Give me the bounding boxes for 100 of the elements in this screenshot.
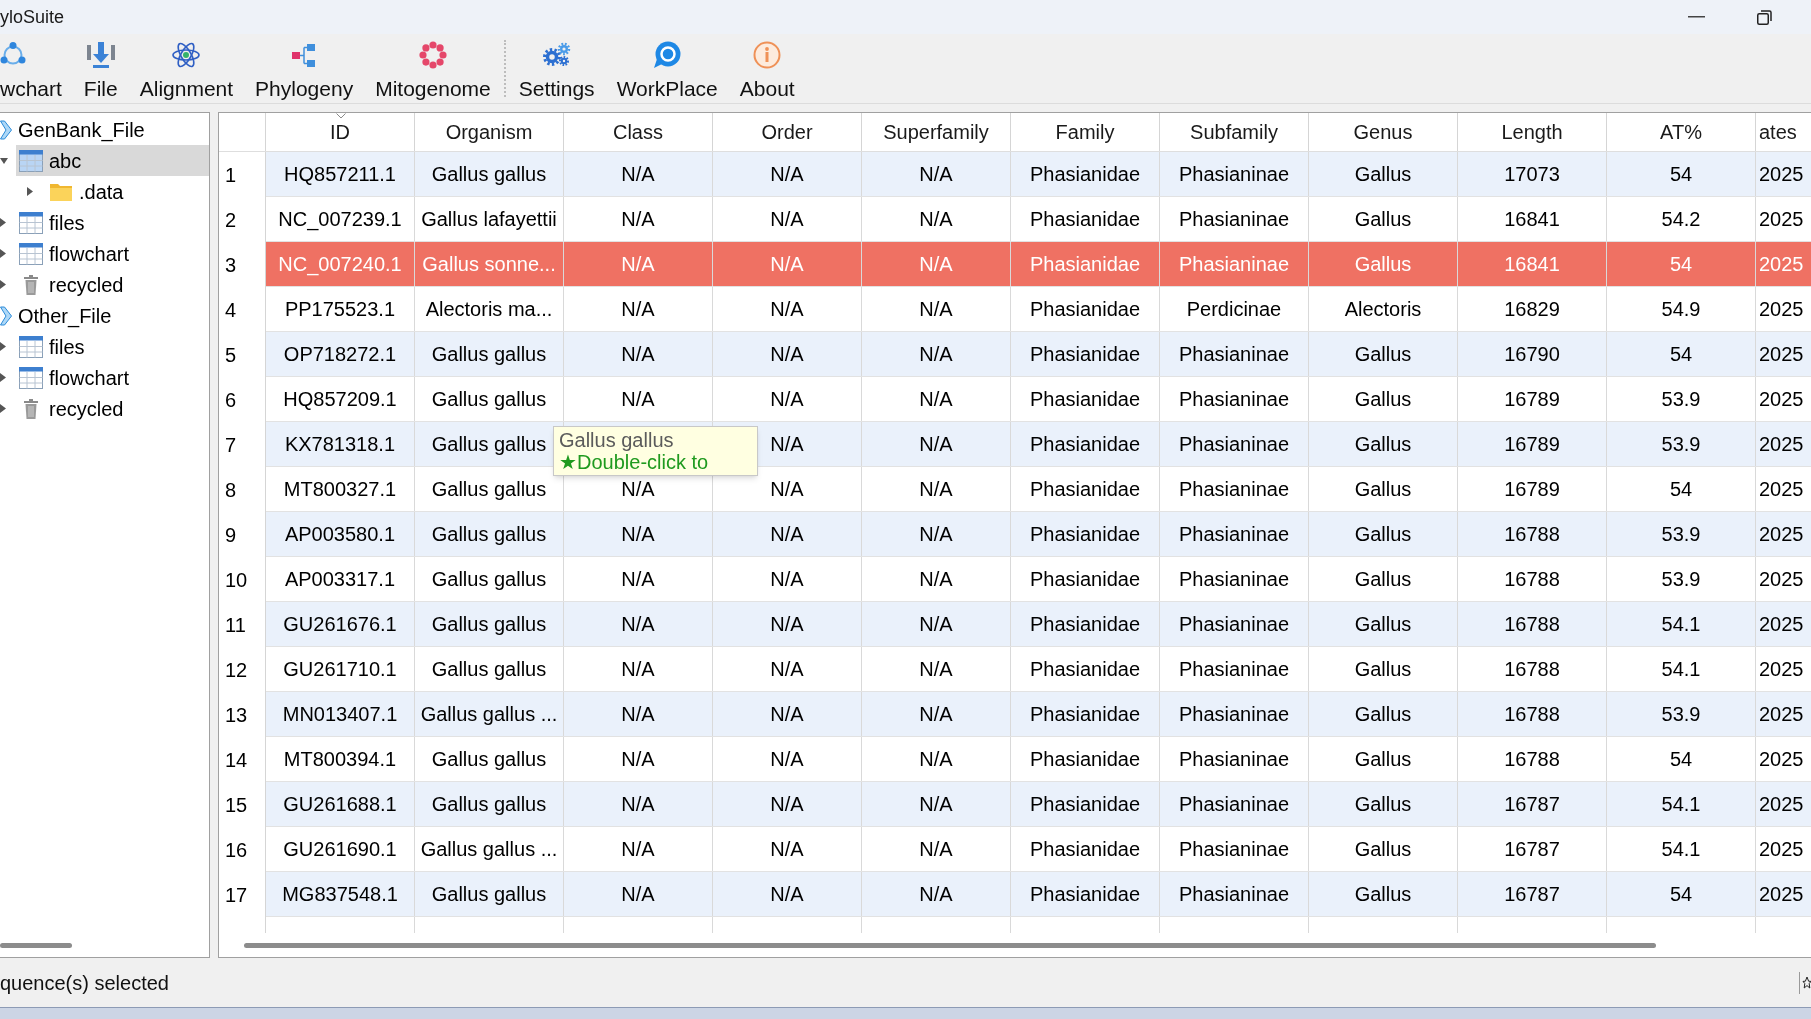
caret-icon[interactable] xyxy=(0,249,6,258)
toolbar-button[interactable]: Mitogenome xyxy=(364,34,502,103)
table-cell: N/A xyxy=(713,332,862,376)
caret-icon[interactable] xyxy=(0,157,8,164)
table-cell: 16829 xyxy=(1458,287,1607,331)
column-header[interactable]: Family xyxy=(1011,113,1160,151)
table-cell: 16788 xyxy=(1458,557,1607,601)
star-icon[interactable] xyxy=(1799,971,1811,994)
table-cell: Phasianinae xyxy=(1160,332,1309,376)
atom-icon xyxy=(172,41,201,69)
table-cell: N/A xyxy=(713,287,862,331)
column-header[interactable]: ID xyxy=(266,113,415,151)
table-cell: 16789 xyxy=(1458,377,1607,421)
arrowhead-icon[interactable] xyxy=(0,119,12,140)
table-row[interactable]: OP718272.1 Gallus gallus N/A N/A N/A Phasianidae Phasianinae Gallus 16790 54 2025 xyxy=(266,332,1811,377)
caret-icon[interactable] xyxy=(0,404,6,413)
caret-icon[interactable] xyxy=(0,373,6,382)
table-cell: N/A xyxy=(713,557,862,601)
table-cell-text: 2025 xyxy=(1758,477,1805,502)
table-cell: N/A xyxy=(564,692,713,736)
caret-icon[interactable] xyxy=(0,218,6,227)
table-row[interactable]: GU261676.1 Gallus gallus N/A N/A N/A Phasianidae Phasianinae Gallus 16788 54.1 2025 xyxy=(266,602,1811,647)
table-row[interactable]: AP003580.1 Gallus gallus N/A N/A N/A Phasianidae Phasianinae Gallus 16788 53.9 2025 xyxy=(266,512,1811,557)
table-cell: N/A xyxy=(564,512,713,556)
table-cell: Gallus xyxy=(1309,377,1458,421)
table-cell: Gallus xyxy=(1309,602,1458,646)
caret-icon[interactable] xyxy=(0,280,6,289)
table-cell: N/A xyxy=(862,287,1011,331)
table-cell: Gallus sonne... xyxy=(415,242,564,286)
table-cell: Gallus xyxy=(1309,557,1458,601)
table-cell: N/A xyxy=(713,737,862,781)
column-header[interactable]: Superfamily xyxy=(862,113,1011,151)
tree-item[interactable]: abc xyxy=(16,145,209,176)
table-cell: Gallus xyxy=(1309,467,1458,511)
column-header[interactable]: ates xyxy=(1756,113,1811,151)
table-cell: 54.1 xyxy=(1607,782,1756,826)
caret-icon[interactable] xyxy=(27,187,33,196)
toolbar-button[interactable]: Phylogeny xyxy=(244,34,365,103)
table-cell: GU261688.1 xyxy=(266,782,415,826)
table-cell: Gallus xyxy=(1309,332,1458,376)
column-header[interactable]: Length xyxy=(1458,113,1607,151)
table-cell: Gallus gallus xyxy=(415,512,564,556)
table-cell-text: 2025 xyxy=(1758,747,1805,772)
table-cell-text: 2025 xyxy=(1758,702,1805,727)
table-cell: N/A xyxy=(862,602,1011,646)
table-cell: N/A xyxy=(862,377,1011,421)
table-cell: N/A xyxy=(862,647,1011,691)
table-row[interactable]: GU261690.1 Gallus gallus ... N/A N/A N/A Phasianidae Phasianinae Gallus 16787 54.1 2025 xyxy=(266,827,1811,872)
window-title: yloSuite xyxy=(0,5,65,29)
table-cell: Gallus xyxy=(1309,512,1458,556)
table-cell: N/A xyxy=(564,827,713,871)
column-header[interactable]: Order xyxy=(713,113,862,151)
scrollbar-thumb[interactable] xyxy=(0,942,72,948)
table-row[interactable]: AP003317.1 Gallus gallus N/A N/A N/A Phasianidae Phasianinae Gallus 16788 53.9 2025 xyxy=(266,557,1811,602)
table-row[interactable]: MN013407.1 Gallus gallus ... N/A N/A N/A Phasianidae Phasianinae Gallus 16788 53.9 2025 xyxy=(266,692,1811,737)
table-cell: Phasianidae xyxy=(1011,287,1160,331)
column-header[interactable]: Organism xyxy=(415,113,564,151)
toolbar-button[interactable]: Settings xyxy=(507,34,606,103)
restore-icon[interactable] xyxy=(1757,9,1772,25)
table-row[interactable]: GU261688.1 Gallus gallus N/A N/A N/A Phasianidae Phasianinae Gallus 16787 54.1 2025 xyxy=(266,782,1811,827)
table-row[interactable]: MT800394.1 Gallus gallus N/A N/A N/A Phasianidae Phasianinae Gallus 16788 54 2025 xyxy=(266,737,1811,782)
table-cell: Gallus gallus xyxy=(415,602,564,646)
table-cell: Phasianidae xyxy=(1011,737,1160,781)
table-icon xyxy=(19,149,43,172)
table-cell: HQ857211.1 xyxy=(266,152,415,196)
table-row[interactable]: HQ857209.1 Gallus gallus N/A N/A N/A Phasianidae Phasianinae Gallus 16789 53.9 2025 xyxy=(266,377,1811,422)
scrollbar-thumb[interactable] xyxy=(244,942,1656,948)
table-row[interactable]: GU261710.1 Gallus gallus N/A N/A N/A Phasianidae Phasianinae Gallus 16788 54.1 2025 xyxy=(266,647,1811,692)
table-cell: 16789 xyxy=(1458,467,1607,511)
column-header[interactable]: AT% xyxy=(1607,113,1756,151)
column-header[interactable]: Subfamily xyxy=(1160,113,1309,151)
toolbar-button[interactable]: About xyxy=(728,34,806,103)
column-header[interactable]: Class xyxy=(564,113,713,151)
toolbar-button[interactable]: Alignment xyxy=(128,34,245,103)
toolbar-button[interactable]: WorkPlace xyxy=(605,34,729,103)
table-cell: Gallus gallus xyxy=(415,332,564,376)
table-cell: Gallus gallus xyxy=(415,377,564,421)
table-cell: 54 xyxy=(1607,737,1756,781)
info-icon xyxy=(753,41,782,69)
table-cell: Phasianidae xyxy=(1011,422,1160,466)
toolbar-button[interactable]: File xyxy=(72,34,129,103)
arrowhead-icon[interactable] xyxy=(0,305,12,326)
table-cell: 16788 xyxy=(1458,692,1607,736)
table-row[interactable]: MG837548.1 Gallus gallus N/A N/A N/A Phasianidae Phasianinae Gallus 16787 54 2025 xyxy=(266,872,1811,917)
table-cell: 16841 xyxy=(1458,242,1607,286)
table-cell: Gallus xyxy=(1309,197,1458,241)
toolbar-button[interactable]: wchart xyxy=(0,34,73,103)
minimize-icon[interactable] xyxy=(1688,16,1705,18)
table-cell: N/A xyxy=(862,197,1011,241)
caret-icon[interactable] xyxy=(0,342,6,351)
table-cell: Gallus xyxy=(1309,242,1458,286)
table-cell: N/A xyxy=(862,512,1011,556)
table-row[interactable]: PP175523.1 Alectoris ma... N/A N/A N/A Phasianidae Perdicinae Alectoris 16829 54.9 2025 xyxy=(266,287,1811,332)
table-row[interactable]: HQ857211.1 Gallus gallus N/A N/A N/A Phasianidae Phasianinae Gallus 17073 54 2025 xyxy=(266,152,1811,197)
table-cell: Phasianinae xyxy=(1160,557,1309,601)
table-cell: N/A xyxy=(862,872,1011,916)
table-cell: 53.9 xyxy=(1607,557,1756,601)
column-header[interactable]: Genus xyxy=(1309,113,1458,151)
table-cell: Gallus xyxy=(1309,692,1458,736)
table-row[interactable]: NC_007239.1 Gallus lafayettii N/A N/A N/A Phasianidae Phasianinae Gallus 16841 54.2 2025 xyxy=(266,197,1811,242)
